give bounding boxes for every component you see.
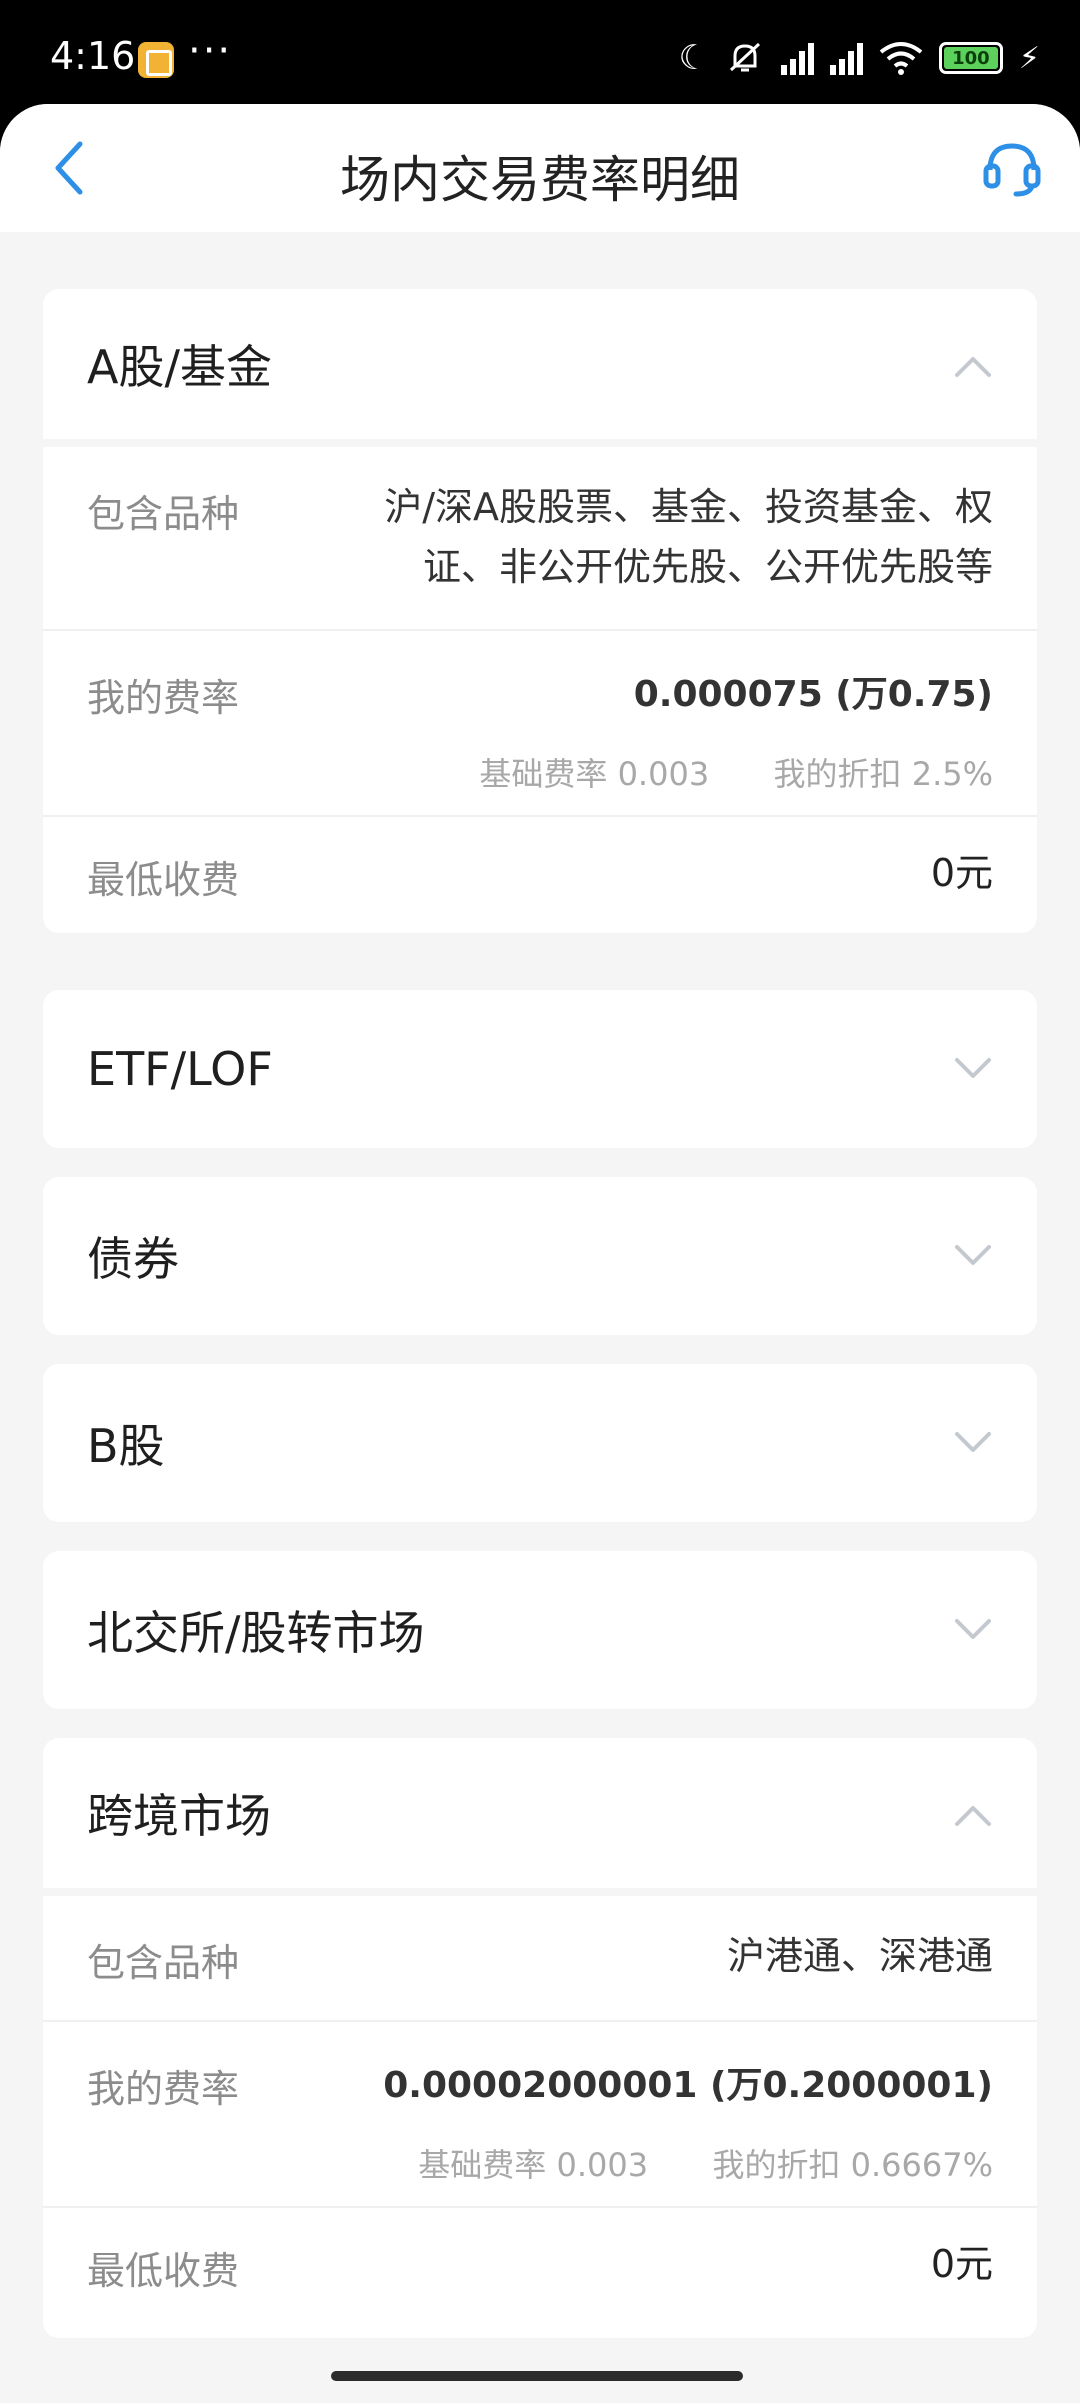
page-title: 场内交易费率明细 xyxy=(340,151,740,209)
charging-icon: ⚡ xyxy=(1018,40,1040,76)
row-min-fee: 最低收费 0元 xyxy=(43,817,1037,931)
base-rate-label: 基础费率 xyxy=(418,2146,547,2184)
section-bse[interactable]: 北交所/股转市场 xyxy=(43,1551,1037,1709)
includes-label: 包含品种 xyxy=(87,1941,240,1985)
notes-app-icon xyxy=(138,42,174,78)
section-header-bond[interactable]: 债券 xyxy=(43,1177,1037,1335)
signal-strength-icon xyxy=(780,41,814,75)
home-indicator[interactable] xyxy=(331,2371,743,2381)
signal-strength-icon-2 xyxy=(829,41,863,75)
section-b-share[interactable]: B股 xyxy=(43,1364,1037,1522)
discount-value: 0.6667% xyxy=(850,2146,993,2184)
moon-icon: ☾ xyxy=(678,38,709,78)
section-cross-border: 跨境市场 包含品种 沪港通、深港通 我的费率 0.00002000001 (万0… xyxy=(43,1738,1037,2338)
page: 场内交易费率明细 A股/基金 包含品种 沪/深A股股票、基金、投资基金、权证、非… xyxy=(0,104,1080,2403)
discount-label: 我的折扣 xyxy=(712,2146,841,2184)
section-title: ETF/LOF xyxy=(87,1042,273,1096)
includes-value: 沪港通、深港通 xyxy=(726,1934,993,1978)
row-includes: 包含品种 沪/深A股股票、基金、投资基金、权证、非公开优先股、公开优先股等 xyxy=(43,447,1037,631)
section-title: 跨境市场 xyxy=(87,1789,271,1843)
rate-label: 我的费率 xyxy=(87,676,240,720)
chevron-down-icon[interactable] xyxy=(953,1426,993,1456)
base-rate-value: 0.003 xyxy=(617,755,710,793)
section-header-cross-border[interactable]: 跨境市场 xyxy=(43,1738,1037,1896)
rate-value: 0.00002000001 (万0.2000001) xyxy=(383,2065,993,2106)
status-icons: ☾ 100 ⚡ xyxy=(678,36,1040,80)
section-title: B股 xyxy=(87,1419,165,1473)
chevron-up-icon[interactable] xyxy=(953,1800,993,1830)
section-etf[interactable]: ETF/LOF xyxy=(43,990,1037,1148)
more-notifications-icon: ··· xyxy=(188,28,233,74)
headset-icon[interactable] xyxy=(980,136,1044,200)
chevron-down-icon[interactable] xyxy=(953,1613,993,1643)
rate-value: 0.000075 (万0.75) xyxy=(633,674,993,715)
section-bond[interactable]: 债券 xyxy=(43,1177,1037,1335)
section-header-a-share[interactable]: A股/基金 xyxy=(43,289,1037,447)
status-time: 4:16 xyxy=(50,34,136,78)
rate-details: 基础费率 0.003 我的折扣 0.6667% xyxy=(418,2140,993,2186)
rate-label: 我的费率 xyxy=(87,2067,240,2111)
row-my-rate: 我的费率 0.000075 (万0.75) 基础费率 0.003 我的折扣 2.… xyxy=(43,631,1037,817)
includes-value: 沪/深A股股票、基金、投资基金、权证、非公开优先股、公开优先股等 xyxy=(384,485,993,589)
base-rate-label: 基础费率 xyxy=(479,755,608,793)
rate-details: 基础费率 0.003 我的折扣 2.5% xyxy=(479,749,993,795)
min-fee-value: 0元 xyxy=(930,851,993,895)
min-fee-label: 最低收费 xyxy=(87,2249,240,2293)
row-includes: 包含品种 沪港通、深港通 xyxy=(43,1896,1037,2022)
min-fee-label: 最低收费 xyxy=(87,858,240,902)
base-rate-value: 0.003 xyxy=(556,2146,649,2184)
section-title: A股/基金 xyxy=(87,340,272,394)
discount-value: 2.5% xyxy=(911,755,993,793)
row-my-rate: 我的费率 0.00002000001 (万0.2000001) 基础费率 0.0… xyxy=(43,2022,1037,2208)
discount-label: 我的折扣 xyxy=(773,755,902,793)
battery-level: 100 xyxy=(952,47,990,69)
section-title: 债券 xyxy=(87,1232,179,1286)
battery-icon: 100 xyxy=(938,42,1003,74)
includes-label: 包含品种 xyxy=(87,492,240,536)
section-a-share: A股/基金 包含品种 沪/深A股股票、基金、投资基金、权证、非公开优先股、公开优… xyxy=(43,289,1037,933)
mute-bell-icon xyxy=(729,42,760,72)
min-fee-value: 0元 xyxy=(930,2242,993,2286)
section-header-b-share[interactable]: B股 xyxy=(43,1364,1037,1522)
chevron-down-icon[interactable] xyxy=(953,1052,993,1082)
section-header-etf[interactable]: ETF/LOF xyxy=(43,990,1037,1148)
status-bar: 4:16 ··· ☾ 100 ⚡ xyxy=(0,0,1080,110)
row-min-fee: 最低收费 0元 xyxy=(43,2208,1037,2328)
section-title: 北交所/股转市场 xyxy=(87,1606,425,1660)
section-header-bse[interactable]: 北交所/股转市场 xyxy=(43,1551,1037,1709)
chevron-up-icon[interactable] xyxy=(953,351,993,381)
navbar: 场内交易费率明细 xyxy=(0,104,1080,232)
wifi-icon xyxy=(879,42,923,75)
chevron-down-icon[interactable] xyxy=(953,1239,993,1269)
